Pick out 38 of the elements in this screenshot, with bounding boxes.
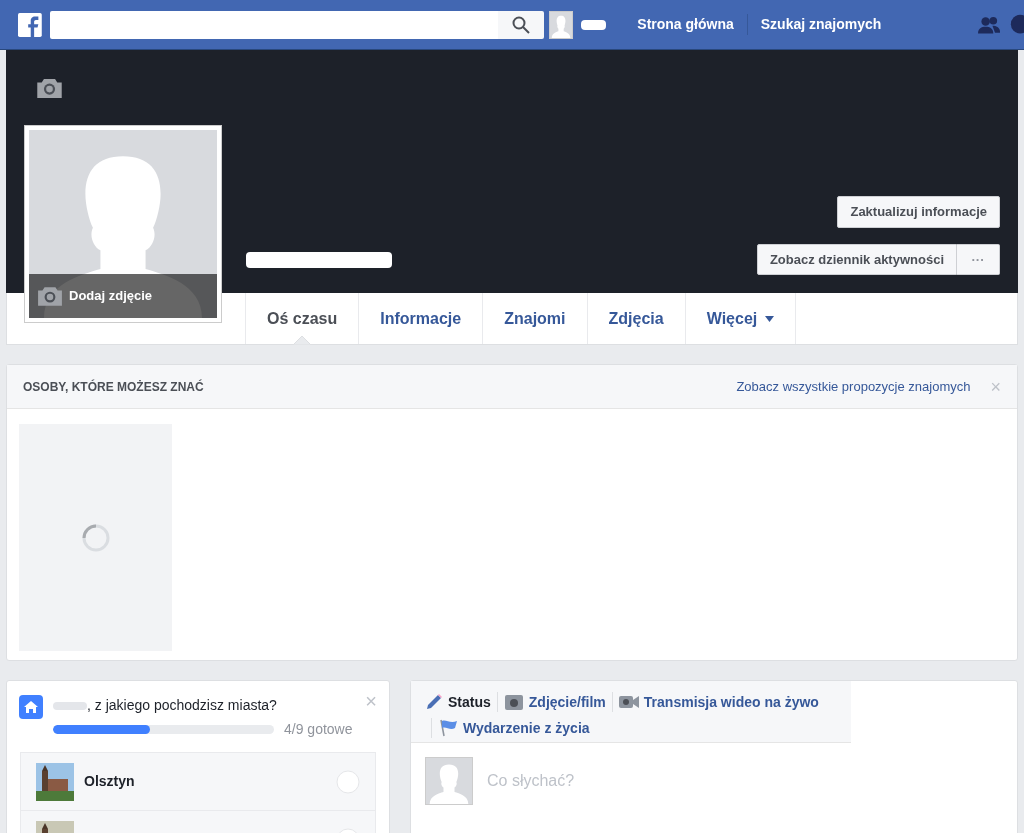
composer-tab[interactable]: Wydarzenie z życia (431, 718, 590, 738)
see-all-link[interactable]: Zobacz wszystkie propozycje znajomych (736, 376, 971, 397)
video-camera-icon (618, 695, 639, 709)
facebook-logo-icon[interactable] (18, 10, 42, 39)
avatar-thumbnail[interactable] (548, 10, 573, 39)
progress-label: 4/9 gotowe (284, 720, 353, 739)
camera-icon (36, 78, 63, 98)
avatar-silhouette-icon (425, 757, 473, 805)
camera-icon (503, 693, 524, 711)
home-icon (19, 695, 43, 719)
composer-tab[interactable]: Status (425, 692, 491, 712)
activity-log-button[interactable]: Zobacz dziennik aktywności (756, 244, 957, 275)
search-icon (511, 15, 530, 34)
search-button[interactable] (497, 10, 544, 39)
status-input[interactable]: Co słychać? (487, 769, 887, 793)
profile-silhouette-icon (29, 130, 217, 318)
pencil-icon (425, 693, 443, 711)
city-name: Olsztyn (84, 772, 135, 791)
update-info-button[interactable]: Zaktualizuj informacje (837, 196, 1000, 228)
radio-circle-icon[interactable] (336, 769, 360, 794)
flag-icon (438, 719, 458, 737)
profile-tab[interactable]: Zdjęcia (586, 293, 685, 344)
composer-tab[interactable]: Zdjęcie/film (496, 692, 606, 712)
redacted-name (580, 19, 607, 30)
redacted-name (53, 701, 87, 710)
avatar-silhouette-icon (549, 11, 572, 38)
composer-tab[interactable]: Transmisja wideo na żywo (611, 692, 819, 712)
profile-picture[interactable]: Dodaj zdjęcie (24, 125, 222, 323)
nav-link[interactable]: Strona główna (624, 14, 747, 35)
prompt-question: , z jakiego pochodzisz miasta? (87, 696, 277, 715)
add-photo-button[interactable]: Dodaj zdjęcie (29, 274, 217, 318)
profile-tab[interactable]: Oś czasu (245, 293, 359, 344)
profile-tab[interactable]: Więcej (684, 293, 797, 344)
search-field[interactable] (49, 10, 498, 39)
nav-link[interactable]: Szukaj znajomych (746, 14, 895, 35)
profile-tab[interactable]: Znajomi (482, 293, 587, 344)
section-title: OSOBY, KTÓRE MOŻESZ ZNAĆ (23, 378, 204, 396)
profile-tab[interactable]: Informacje (358, 293, 483, 344)
